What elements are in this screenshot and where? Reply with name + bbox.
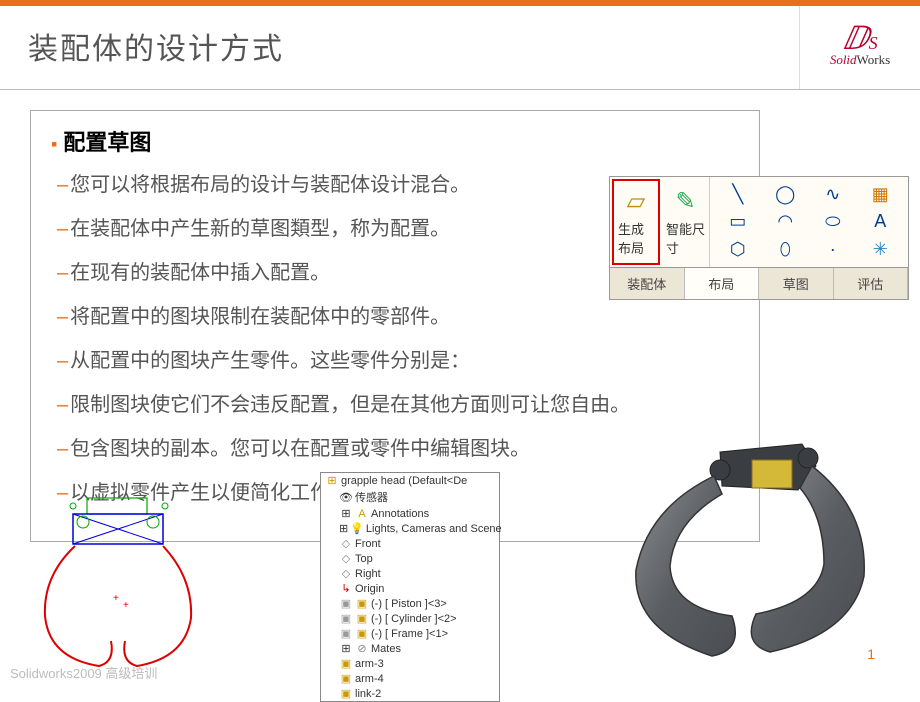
create-layout-button[interactable]: ▱ 生成布局 [612,179,660,265]
feature-tree: ⊞grapple head (Default<De 👁传感器 ⊞AAnnotat… [320,472,500,702]
expand-icon: ⊞ [339,507,353,520]
tree-item[interactable]: ◇Right [321,566,499,581]
grapple-render [602,430,882,670]
line-icon[interactable]: ╲ [716,183,760,206]
block-icon: ▣ [339,657,353,670]
svg-text:+: + [123,600,129,611]
toolbar-top-row: ▱ 生成布局 ✎ 智能尺寸 ╲ ◯ ∿ ▦ ▭ ◠ ⬭ A ⬡ ⬯ [610,177,908,267]
section-heading: 配置草图 [51,125,739,157]
logo-swoosh-icon: ⅅS [830,27,890,50]
tree-item[interactable]: ⊞⊘Mates [321,641,499,656]
block-icon: ▣ [339,687,353,700]
bullet-item: 限制图块使它们不会违反配置，但是在其他方面则可让您自由。 [57,389,739,421]
annotation-icon: A [355,508,369,520]
tab-sketch[interactable]: 草图 [759,268,834,299]
tree-item[interactable]: ◇Front [321,536,499,551]
header-left: 装配体的设计方式 [0,6,800,89]
part-icon: ▣ [355,597,369,610]
tree-item[interactable]: 👁传感器 [321,488,499,506]
plane-icon: ◇ [339,552,353,565]
sensor-icon: 👁 [339,491,353,504]
tab-assembly[interactable]: 装配体 [610,268,685,299]
rectangle-icon[interactable]: ▭ [716,210,760,233]
toolbar-screenshot: ▱ 生成布局 ✎ 智能尺寸 ╲ ◯ ∿ ▦ ▭ ◠ ⬭ A ⬡ ⬯ [609,176,909,300]
tree-item[interactable]: ▣arm-3 [321,656,499,671]
assembly-icon: ⊞ [325,474,339,487]
mates-icon: ⊘ [355,642,369,655]
sketch-tools-grid: ╲ ◯ ∿ ▦ ▭ ◠ ⬭ A ⬡ ⬯ · ✳ [710,177,908,267]
grid-icon[interactable]: ▦ [859,183,903,206]
tab-evaluate[interactable]: 评估 [834,268,909,299]
tree-item[interactable]: ▣link-2 [321,686,499,701]
text-icon[interactable]: A [859,210,903,233]
page-number: 1 [867,646,875,662]
expand-icon: ⊞ [339,642,353,655]
svg-text:+: + [113,593,119,604]
lights-icon: 💡 [350,522,364,535]
bullet-item: 从配置中的图块产生零件。这些零件分别是： [57,345,739,377]
smart-dimension-button[interactable]: ✎ 智能尺寸 [662,177,710,267]
circle-icon[interactable]: ◯ [764,183,808,206]
expand-icon: ⊞ [339,522,348,535]
point-icon[interactable]: · [811,238,855,261]
tree-item[interactable]: ↳Origin [321,581,499,596]
tree-item[interactable]: ▣▣(-) [ Cylinder ]<2> [321,611,499,626]
bullet-item: 将配置中的图块限制在装配体中的零部件。 [57,301,739,333]
tree-item[interactable]: ⊞💡Lights, Cameras and Scene [321,521,499,536]
logo-works-text: Works [857,52,891,67]
plane-icon: ◇ [339,537,353,550]
slot-icon[interactable]: ⬯ [764,238,808,261]
logo-area: ⅅS SolidWorks [800,6,920,89]
spline-icon[interactable]: ∿ [811,183,855,206]
btn-label: 生成布局 [618,219,654,257]
page-title: 装配体的设计方式 [28,24,799,68]
block-icon: ▣ [339,597,353,610]
logo-solid-text: Solid [830,52,857,67]
tree-item[interactable]: ⊞AAnnotations [321,506,499,521]
ellipse-icon[interactable]: ⬭ [811,210,855,233]
tree-item[interactable]: ◇Top [321,551,499,566]
tree-item[interactable]: ▣▣(-) [ Piston ]<3> [321,596,499,611]
arc-icon[interactable]: ◠ [764,210,808,233]
origin-icon: ↳ [339,582,353,595]
btn-label: 智能尺寸 [666,219,705,257]
polygon-icon[interactable]: ⬡ [716,238,760,261]
toolbar-tabs: 装配体 布局 草图 评估 [610,267,908,299]
block-icon: ▣ [339,672,353,685]
tree-root[interactable]: ⊞grapple head (Default<De [321,473,499,488]
block-icon: ▣ [339,612,353,625]
block-icon: ▣ [339,627,353,640]
tree-item[interactable]: ▣▣(-) [ Frame ]<1> [321,626,499,641]
header: 装配体的设计方式 ⅅS SolidWorks [0,6,920,90]
tree-item[interactable]: ▣arm-4 [321,671,499,686]
tab-layout[interactable]: 布局 [685,268,760,299]
dimension-icon: ✎ [675,187,695,216]
part-icon: ▣ [355,627,369,640]
plane-icon: ◇ [339,567,353,580]
solidworks-logo: ⅅS SolidWorks [830,27,890,68]
footer-text: Solidworks2009 高级培训 [10,663,157,682]
part-icon: ▣ [355,612,369,625]
layout-icon: ▱ [627,187,645,216]
sketch-diagram: + + [25,486,215,676]
star-icon[interactable]: ✳ [859,238,903,261]
